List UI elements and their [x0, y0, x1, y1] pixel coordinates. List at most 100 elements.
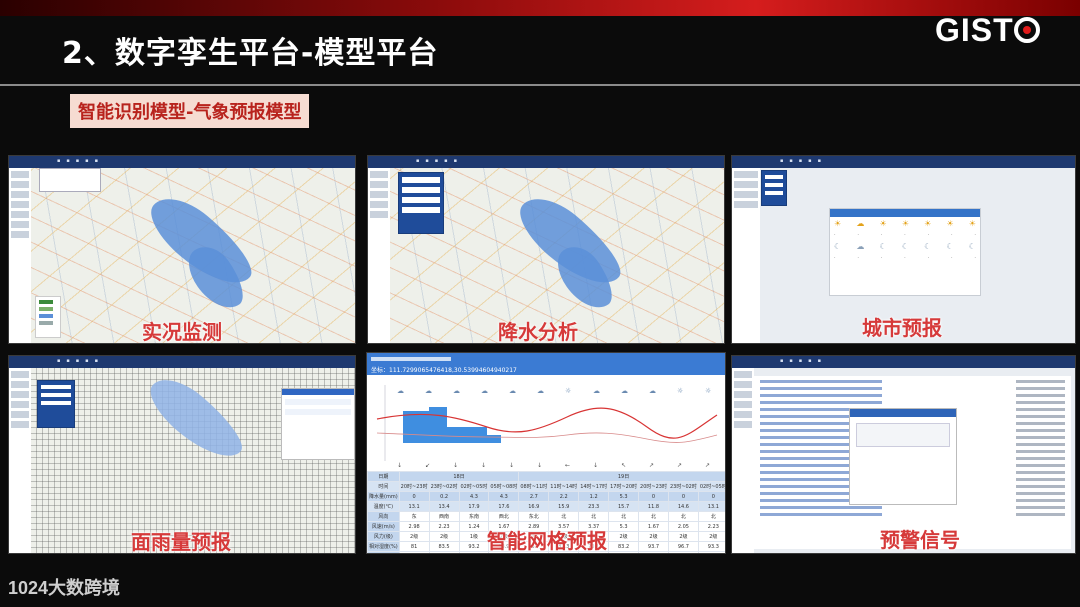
- map-legend: [35, 296, 61, 338]
- svg-text:↗: ↗: [705, 462, 710, 469]
- svg-text:↓: ↓: [481, 462, 486, 469]
- forecast-chart: ☁ ☁ ☁ ☁ ☁ ☁ ☼ ☁ ☁ ☁ ☼ ☼ ↓ ↙ ↓ ↓ ↓ ↓ ← ↓ ↖ ↗ ↗ ↗: [376, 385, 718, 469]
- result-dialog[interactable]: [281, 388, 355, 460]
- table-cell: 93.3: [697, 541, 725, 552]
- table-cell: 2.23: [428, 521, 460, 532]
- panel-label: 智能网格预报: [487, 529, 607, 553]
- table-row: 降水量(mm) 0 0.2 4.3 4.3 2.7 2.2 1.2 5.3 0 0 0: [367, 491, 725, 502]
- slide-title: 2、数字孪生平台-模型平台: [62, 36, 439, 71]
- table-cell: 北: [667, 511, 699, 522]
- table-cell: 13.4: [428, 501, 460, 512]
- svg-text:☁: ☁: [509, 387, 516, 395]
- table-cell: 83.2: [608, 541, 640, 552]
- table-cell: 3300: [458, 551, 490, 553]
- svg-text:☁: ☁: [621, 387, 628, 395]
- table-cell: 1.2: [578, 491, 610, 502]
- app-sidebar[interactable]: [9, 368, 31, 553]
- panel-label: 降水分析: [498, 320, 578, 344]
- table-cell: 2级: [638, 531, 669, 542]
- app-sidebar[interactable]: [9, 168, 31, 343]
- subtitle-badge: 智能识别模型-气象预报模型: [70, 94, 310, 128]
- panel-grid[interactable]: 坐标：111.7299065476418,30.53994604940217 ☁…: [366, 352, 726, 554]
- panel-area-rain[interactable]: ▪ ▪ ▪ ▪ ▪ 面雨量预报: [8, 355, 356, 554]
- table-cell: 2级: [398, 531, 430, 542]
- app-header: ▪ ▪ ▪ ▪ ▪: [9, 356, 355, 368]
- table-cell: 东: [398, 511, 430, 522]
- logo-text: GIST: [935, 12, 1014, 48]
- warning-detail-dialog[interactable]: [849, 408, 957, 505]
- table-cell: 93.7: [638, 541, 669, 552]
- panel-monitoring[interactable]: ▪ ▪ ▪ ▪ ▪ 实况监测: [8, 155, 356, 344]
- table-cell: 2.7: [518, 491, 550, 502]
- table-cell: 2.98: [398, 521, 430, 532]
- table-cell: 15.9: [548, 501, 580, 512]
- table-cell: 13.1: [398, 501, 430, 512]
- table-row: 风向东西南 东南 西北 东北北北北北北北: [367, 511, 725, 522]
- app-header: ▪ ▪ ▪ ▪ ▪: [9, 156, 355, 168]
- svg-text:↓: ↓: [537, 462, 542, 469]
- card-header: [830, 209, 980, 217]
- dialog-header: [850, 409, 956, 417]
- svg-text:☁: ☁: [397, 387, 404, 395]
- watermark: 1024大数跨境: [8, 578, 121, 599]
- table-cell: 4.3: [458, 491, 490, 502]
- svg-text:☼: ☼: [705, 387, 711, 395]
- svg-text:↗: ↗: [649, 462, 654, 469]
- svg-text:↙: ↙: [425, 462, 430, 469]
- svg-text:↓: ↓: [593, 462, 598, 469]
- app-menu: ▪ ▪ ▪ ▪ ▪: [57, 158, 98, 164]
- table-cell: 东北: [518, 511, 550, 522]
- row-header-cell: 能见度(m): [367, 551, 400, 553]
- table-cell: 13.1: [697, 501, 725, 512]
- table-cell: 81: [398, 541, 430, 552]
- app-menu: ▪ ▪ ▪ ▪ ▪: [57, 358, 98, 364]
- svg-text:↓: ↓: [453, 462, 458, 469]
- app-sidebar[interactable]: [368, 168, 390, 343]
- table-cell: 0.2: [428, 491, 460, 502]
- app-menu: ▪ ▪ ▪ ▪ ▪: [780, 158, 821, 164]
- app-header: ▪ ▪ ▪ ▪ ▪: [368, 156, 724, 168]
- table-cell: 14.6: [667, 501, 699, 512]
- wind-row: · · · · · · ·: [834, 255, 976, 261]
- title-divider: [0, 84, 1080, 86]
- table-cell: 2.05: [667, 521, 699, 532]
- table-cell: 800: [667, 551, 699, 553]
- table-cell: 北: [697, 511, 725, 522]
- rain-bar: [403, 411, 429, 443]
- svg-text:☁: ☁: [425, 387, 432, 395]
- app-menu: ▪ ▪ ▪ ▪ ▪: [416, 158, 457, 164]
- layer-menu[interactable]: [37, 380, 75, 428]
- panel-warning[interactable]: ▪ ▪ ▪ ▪ ▪ 预警信号: [731, 355, 1076, 554]
- temp-high-row: · · · · · · ·: [834, 232, 976, 238]
- weather-forecast-card[interactable]: ☀ ☁ ☀ ☀ ☀ ☀ ☀ · · · · · · · ☾ ☁ ☾ ☾ ☾ ☾ ☾ · · · · · · ·: [829, 208, 981, 296]
- warning-text: [856, 423, 950, 447]
- table-cell: 北: [548, 511, 580, 522]
- filter-dialog[interactable]: [39, 168, 101, 192]
- rain-bar: [429, 407, 447, 443]
- row-header-cell: 降水量(mm): [367, 491, 400, 502]
- svg-text:☁: ☁: [481, 387, 488, 395]
- app-sidebar[interactable]: [732, 168, 760, 343]
- table-cell: 0: [667, 491, 699, 502]
- table-cell: 1600: [697, 551, 725, 553]
- weather-icons-night: ☾ ☁ ☾ ☾ ☾ ☾ ☾: [834, 242, 976, 251]
- table-cell: 96.7: [667, 541, 699, 552]
- svg-text:☁: ☁: [593, 387, 600, 395]
- weather-icon-row: ☁ ☁ ☁ ☁ ☁ ☁ ☼ ☁ ☁ ☁ ☼ ☼: [397, 387, 711, 395]
- table-cell: 6100: [608, 551, 640, 553]
- gistc-logo: GIST: [935, 12, 1040, 49]
- row-header-cell: 风速(m/s): [367, 521, 400, 532]
- query-dialog[interactable]: [398, 172, 444, 234]
- table-cell: 16.9: [518, 501, 550, 512]
- wind-arrow-row: ↓ ↙ ↓ ↓ ↓ ↓ ← ↓ ↖ ↗ ↗ ↗: [397, 462, 710, 469]
- panel-precipitation[interactable]: ▪ ▪ ▪ ▪ ▪ 降水分析: [367, 155, 725, 344]
- panel-city[interactable]: ▪ ▪ ▪ ▪ ▪ ☀ ☁ ☀ ☀ ☀ ☀ ☀ · · · · · · · ☾ ☁ ☾ ☾ ☾ ☾ ☾ · · · · · · · 城市…: [731, 155, 1076, 344]
- table-cell: 2级: [697, 531, 725, 542]
- city-menu[interactable]: [761, 170, 787, 206]
- app-header: ▪ ▪ ▪ ▪ ▪: [732, 156, 1075, 168]
- table-cell: 4400: [638, 551, 669, 553]
- app-sidebar[interactable]: [732, 368, 754, 553]
- svg-text:☼: ☼: [565, 387, 571, 395]
- svg-text:↓: ↓: [397, 462, 402, 469]
- rain-bar: [447, 427, 487, 443]
